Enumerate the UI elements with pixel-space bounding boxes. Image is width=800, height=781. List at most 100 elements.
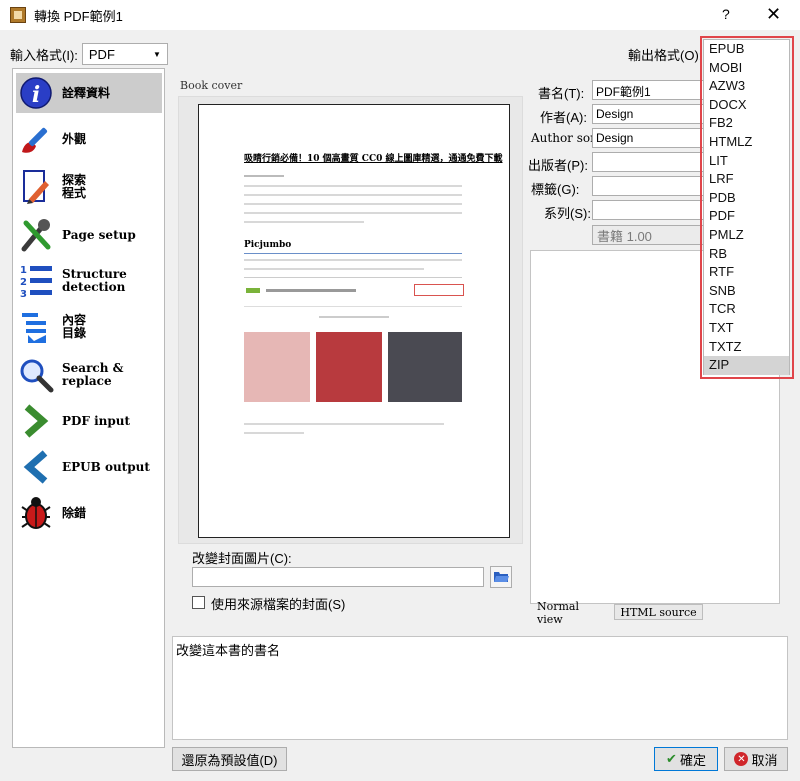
svg-text:2: 2: [20, 277, 27, 288]
author-input[interactable]: Design: [592, 104, 712, 124]
series-label: 系列(S):: [544, 206, 591, 221]
author-sort-input[interactable]: Design: [592, 128, 712, 148]
output-option-txtz[interactable]: TXTZ: [704, 338, 789, 357]
input-format-select[interactable]: PDF ▼: [81, 43, 168, 65]
close-button[interactable]: ✕: [766, 4, 781, 25]
sidebar-item-page-setup[interactable]: Page setup: [16, 215, 162, 255]
wrench-screwdriver-icon: [16, 215, 56, 255]
series-input[interactable]: [592, 200, 712, 220]
output-option-lit[interactable]: LIT: [704, 152, 789, 171]
change-cover-label: 改變封面圖片(C):: [192, 551, 292, 566]
cover-preview-section: Picjumbo: [244, 240, 292, 250]
svg-text:3: 3: [20, 289, 27, 299]
toc-list-icon: [16, 307, 56, 347]
output-option-rtf[interactable]: RTF: [704, 263, 789, 282]
output-option-htmlz[interactable]: HTMLZ: [704, 133, 789, 152]
sidebar-item-structure-detection[interactable]: 123 Structure detection: [16, 261, 162, 301]
output-option-azw3[interactable]: AZW3: [704, 77, 789, 96]
sidebar: i 詮釋資料 外觀 探索 程式 Page setup 123 Structure…: [12, 68, 165, 748]
folder-open-icon: [493, 569, 509, 586]
sidebar-item-pdf-input[interactable]: PDF input: [16, 401, 162, 441]
cancel-icon: ✕: [734, 752, 749, 766]
numbered-list-icon: 123: [16, 261, 56, 301]
sidebar-item-label: Search & replace: [62, 361, 124, 388]
output-option-docx[interactable]: DOCX: [704, 96, 789, 115]
title-label: 書名(T):: [538, 86, 585, 101]
photo: [316, 332, 382, 402]
output-option-rb[interactable]: RB: [704, 245, 789, 264]
info-icon: i: [16, 73, 56, 113]
sidebar-item-label: 探索 程式: [62, 173, 87, 200]
output-option-txt[interactable]: TXT: [704, 319, 789, 338]
tab-normal-view[interactable]: Normal view: [537, 600, 607, 626]
nav-bar: [266, 289, 356, 292]
chevron-down-icon: ▼: [152, 49, 161, 59]
output-option-tcr[interactable]: TCR: [704, 300, 789, 319]
text-line: [244, 423, 444, 425]
sidebar-item-toc[interactable]: 內容 目錄: [16, 307, 162, 347]
sidebar-item-look-and-feel[interactable]: 外觀: [16, 119, 162, 159]
author-label: 作者(A):: [540, 110, 587, 125]
cover-preview-title: 吸睛行銷必備！10 個高畫質 CC0 線上圖庫精選，通通免費下載: [244, 154, 503, 164]
output-option-snb[interactable]: SNB: [704, 282, 789, 301]
help-description-text: 改變這本書的書名: [176, 643, 281, 658]
help-button[interactable]: ?: [722, 6, 730, 22]
sidebar-item-debug[interactable]: 除錯: [16, 493, 162, 533]
text-line: [244, 203, 462, 205]
text-line: [244, 268, 424, 270]
text-line: [244, 185, 462, 187]
sidebar-item-label: Structure detection: [62, 267, 127, 294]
output-option-epub[interactable]: EPUB: [704, 40, 789, 59]
tags-input[interactable]: [592, 176, 712, 196]
cover-image: 吸睛行銷必備！10 個高畫質 CC0 線上圖庫精選，通通免費下載 Picjumb…: [198, 104, 510, 538]
svg-text:1: 1: [20, 265, 27, 276]
divider: [244, 306, 462, 307]
output-option-mobi[interactable]: MOBI: [704, 59, 789, 78]
cover-web-screenshot: [244, 277, 464, 417]
sidebar-item-metadata[interactable]: i 詮釋資料: [16, 73, 162, 113]
input-format-value: PDF: [88, 46, 115, 62]
svg-text:i: i: [32, 82, 40, 108]
sidebar-item-epub-output[interactable]: EPUB output: [16, 447, 162, 487]
text-line: [244, 221, 364, 223]
ok-button[interactable]: ✔ 確定: [654, 747, 718, 771]
sidebar-item-label: Page setup: [62, 227, 136, 242]
output-option-zip[interactable]: ZIP: [704, 356, 789, 375]
sidebar-item-label: EPUB output: [62, 459, 150, 474]
output-option-pmlz[interactable]: PMLZ: [704, 226, 789, 245]
use-source-cover-label: 使用來源檔案的封面(S): [211, 597, 346, 612]
browse-button[interactable]: [490, 566, 512, 588]
photo: [388, 332, 462, 402]
sidebar-item-label: PDF input: [62, 413, 131, 428]
cancel-button[interactable]: ✕ 取消: [724, 747, 788, 771]
app-icon: [10, 7, 26, 23]
sidebar-item-heuristics[interactable]: 探索 程式: [16, 167, 162, 207]
output-format-label: 輸出格式(O):: [628, 48, 703, 63]
sidebar-item-label: 內容 目錄: [62, 313, 87, 340]
output-option-fb2[interactable]: FB2: [704, 114, 789, 133]
input-format-label: 輸入格式(I):: [10, 47, 78, 63]
tab-html-source[interactable]: HTML source: [614, 604, 703, 620]
cover-path-input[interactable]: [192, 567, 484, 587]
divider: [244, 253, 462, 254]
title-bar: 轉換 PDF範例1 ? ✕: [0, 0, 800, 30]
output-option-pdf[interactable]: PDF: [704, 207, 789, 226]
use-source-cover-checkbox[interactable]: [192, 596, 205, 609]
output-option-lrf[interactable]: LRF: [704, 170, 789, 189]
title-input[interactable]: PDF範例1: [592, 80, 712, 100]
restore-defaults-button[interactable]: 還原為預設值(D): [172, 747, 287, 771]
book-cover-label: Book cover: [180, 79, 243, 92]
help-description-box: 改變這本書的書名: [172, 636, 788, 740]
sidebar-item-label: 外觀: [62, 131, 87, 146]
text-line: [244, 432, 304, 434]
series-index-spinbox[interactable]: 書籍 1.00: [592, 225, 704, 245]
output-option-pdb[interactable]: PDB: [704, 189, 789, 208]
document-pencil-icon: [16, 167, 56, 207]
output-format-dropdown[interactable]: EPUB MOBI AZW3 DOCX FB2 HTMLZ LIT LRF PD…: [703, 39, 790, 375]
cancel-button-label: 取消: [751, 752, 778, 768]
window-title: 轉換 PDF範例1: [34, 8, 123, 24]
sidebar-item-search-replace[interactable]: Search & replace: [16, 355, 162, 395]
ok-button-label: 確定: [679, 752, 706, 768]
sidebar-item-label: 除錯: [62, 505, 87, 520]
publisher-input[interactable]: [592, 152, 712, 172]
